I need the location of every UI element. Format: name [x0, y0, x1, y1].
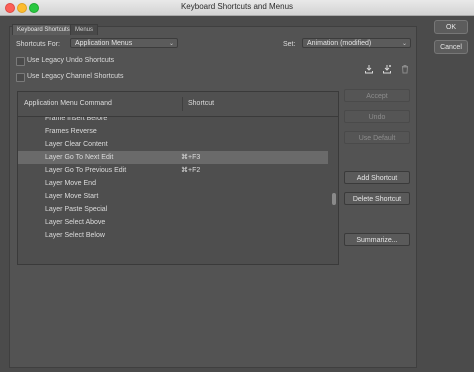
column-header-shortcut: Shortcut — [188, 100, 215, 107]
legacy-undo-checkbox[interactable] — [16, 57, 25, 66]
scrollbar-thumb[interactable] — [332, 193, 336, 205]
set-label: Set: — [283, 41, 296, 48]
trash-icon[interactable] — [400, 64, 410, 74]
chevron-down-icon: ⌄ — [401, 41, 407, 47]
row-shortcut: ⌘+F2 — [181, 167, 201, 174]
table-row[interactable]: Layer Paste Special — [18, 203, 328, 216]
undo-button[interactable]: Undo — [344, 110, 410, 123]
save-as-icon[interactable] — [382, 64, 392, 74]
tab-keyboard-shortcuts[interactable]: Keyboard Shortcuts — [12, 24, 75, 35]
table-row[interactable]: Layer Select Above — [18, 216, 328, 229]
legacy-channel-checkbox[interactable] — [16, 73, 25, 82]
shortcuts-for-select[interactable]: Application Menus ⌄ — [70, 38, 178, 48]
row-command: Layer Paste Special — [45, 206, 108, 213]
row-command: Layer Move End — [45, 180, 96, 187]
table-row[interactable]: Frame Insert Before — [18, 117, 328, 125]
table-row[interactable]: Layer Move End — [18, 177, 328, 190]
summarize-button[interactable]: Summarize... — [344, 233, 410, 246]
use-default-button[interactable]: Use Default — [344, 131, 410, 144]
shortcuts-table: Application Menu Command Shortcut Frame … — [17, 91, 339, 265]
legacy-channel-label: Use Legacy Channel Shortcuts — [27, 73, 124, 80]
ok-button[interactable]: OK — [434, 20, 468, 34]
column-divider — [182, 97, 183, 111]
row-shortcut: ⌘+F3 — [181, 154, 201, 161]
table-header: Application Menu Command Shortcut — [18, 92, 338, 117]
table-row[interactable]: Frames Reverse — [18, 125, 328, 138]
row-command: Layer Select Below — [45, 232, 105, 239]
row-command: Layer Go To Next Edit — [45, 154, 114, 161]
accept-button[interactable]: Accept — [344, 89, 410, 102]
row-command: Frames Reverse — [45, 128, 97, 135]
window-title: Keyboard Shortcuts and Menus — [180, 2, 294, 11]
table-body: Frame Insert Before Frames Reverse Layer… — [18, 117, 328, 263]
add-shortcut-button[interactable]: Add Shortcut — [344, 171, 410, 184]
shortcuts-for-label: Shortcuts For: — [16, 41, 60, 48]
download-icon[interactable] — [364, 64, 374, 74]
table-row[interactable]: Layer Move Start — [18, 190, 328, 203]
table-scrollbar[interactable] — [331, 117, 337, 263]
row-command: Layer Move Start — [45, 193, 99, 200]
table-row[interactable]: Layer Select Below — [18, 229, 328, 242]
delete-shortcut-button[interactable]: Delete Shortcut — [344, 192, 410, 205]
table-row[interactable]: Layer Go To Previous Edit ⌘+F2 — [18, 164, 328, 177]
window-titlebar: Keyboard Shortcuts and Menus — [0, 0, 474, 16]
row-command: Layer Clear Content — [45, 141, 108, 148]
table-row-selected[interactable]: Layer Go To Next Edit ⌘+F3 — [18, 151, 328, 164]
set-value: Animation (modified) — [307, 40, 372, 47]
row-command: Layer Go To Previous Edit — [45, 167, 127, 174]
cancel-button[interactable]: Cancel — [434, 40, 468, 54]
row-command: Layer Select Above — [45, 219, 106, 226]
tab-menus[interactable]: Menus — [70, 24, 99, 35]
chevron-down-icon: ⌄ — [168, 41, 174, 47]
column-header-command: Application Menu Command — [24, 100, 112, 107]
row-command: Frame Insert Before — [45, 117, 108, 122]
shortcuts-for-value: Application Menus — [75, 40, 133, 47]
set-select[interactable]: Animation (modified) ⌄ — [302, 38, 411, 48]
table-row[interactable]: Layer Clear Content — [18, 138, 328, 151]
legacy-undo-label: Use Legacy Undo Shortcuts — [27, 57, 115, 64]
